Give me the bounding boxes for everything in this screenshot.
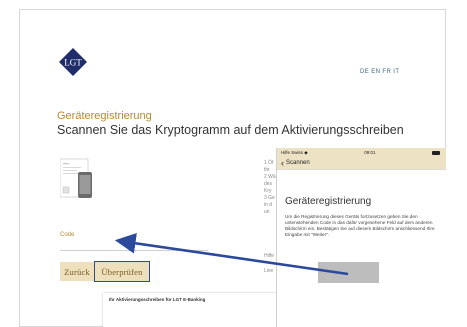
page-title: Scannen Sie das Kryptogramm auf dem Akti…	[57, 123, 404, 137]
svg-text:LGT: LGT	[64, 58, 82, 68]
letter-and-phone-illustration	[60, 158, 92, 198]
instructions-list: 1 Öf thr 2 Wä des Kry 3 Ge in d un	[264, 160, 276, 216]
lgt-logo: LGT	[59, 48, 87, 76]
language-switcher[interactable]: DE EN FR IT	[360, 69, 399, 75]
page-kicker: Geräteregistrierung	[57, 110, 152, 122]
back-button[interactable]: Zurück	[60, 262, 94, 281]
clock-label: 09:01	[364, 150, 376, 155]
code-label: Code	[60, 232, 75, 238]
carrier-label: Hilfe Swiss ◆	[281, 149, 308, 155]
code-input[interactable]	[60, 250, 208, 251]
battery-icon	[431, 150, 440, 155]
live-text: Live	[264, 268, 274, 274]
phone-status-bar: Hilfe Swiss ◆ 09:01	[277, 148, 446, 157]
phone-title: Geräteregistrierung	[285, 196, 372, 207]
phone-instructions: Um die Registrierung dieses Geräts fortz…	[285, 214, 435, 237]
instructions-text: 1 Öf thr 2 Wä des Kry 3 Ge in d un	[264, 160, 276, 215]
phone-nav-bar: ‹ Scannen	[277, 157, 446, 170]
phone-screen: Hilfe Swiss ◆ 09:01 ‹ Scannen Geräteregi…	[276, 148, 446, 327]
chevron-left-icon[interactable]: ‹	[281, 158, 284, 168]
code-display	[318, 262, 379, 283]
back-scan-link[interactable]: Scannen	[286, 160, 310, 166]
help-text: Hilfe	[264, 253, 275, 259]
verify-button[interactable]: Überprüfen	[94, 261, 150, 282]
activation-letter-preview: Ihr Aktivierungsschreiben für LGT E-Bank…	[103, 293, 283, 327]
letter-title: Ihr Aktivierungsschreiben für LGT E-Bank…	[109, 297, 206, 302]
